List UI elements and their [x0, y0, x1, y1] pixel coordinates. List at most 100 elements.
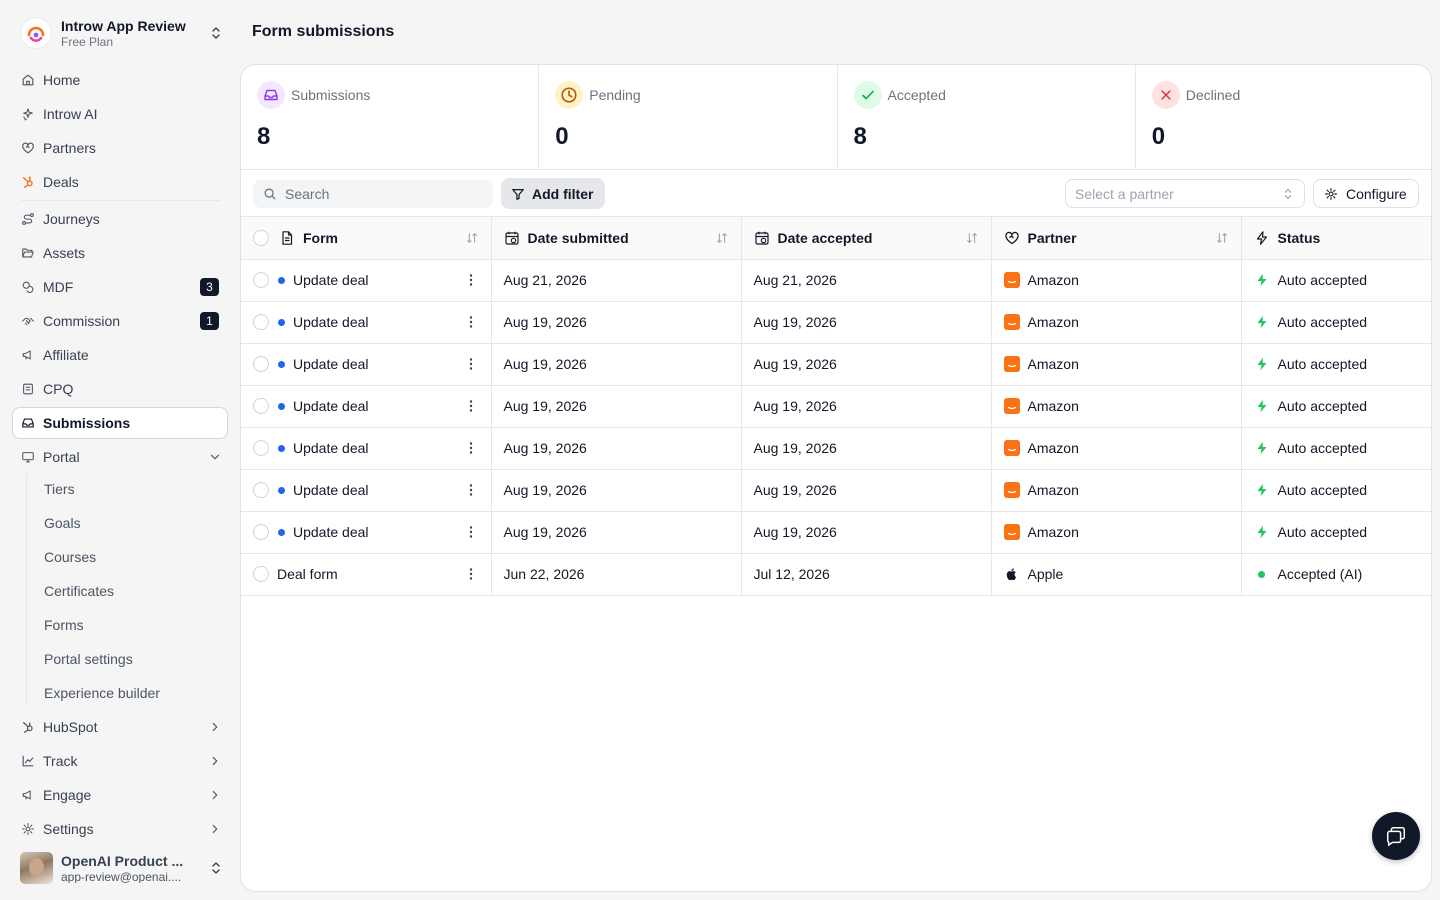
column-header-status[interactable]: Status	[1241, 217, 1431, 260]
form-name[interactable]: Deal form	[277, 566, 463, 582]
sidebar-subitem-forms[interactable]: Forms	[44, 610, 84, 640]
column-header-form[interactable]: Form	[241, 217, 492, 260]
sidebar-item-partners[interactable]: Partners	[12, 133, 228, 163]
more-vertical-icon[interactable]	[463, 356, 479, 372]
status-label: Auto accepted	[1277, 482, 1368, 498]
workspace-switcher[interactable]: Introw App Review Free Plan	[20, 16, 228, 50]
home-icon	[22, 74, 34, 86]
more-vertical-icon[interactable]	[463, 440, 479, 456]
cell-date-accepted: Aug 21, 2026	[741, 259, 992, 302]
sidebar-item-label: MDF	[43, 279, 74, 295]
sort-icon[interactable]	[965, 231, 979, 245]
form-name[interactable]: Update deal	[293, 482, 463, 498]
partner-name[interactable]: Amazon	[1028, 524, 1079, 540]
sidebar-item-hubspot[interactable]: HubSpot	[12, 712, 228, 742]
add-filter-button[interactable]: Add filter	[501, 178, 605, 209]
sidebar-item-track[interactable]: Track	[12, 746, 228, 776]
chat-support-button[interactable]	[1372, 812, 1420, 860]
column-header-date-submitted[interactable]: Date submitted	[491, 217, 742, 260]
partner-name[interactable]: Amazon	[1028, 482, 1079, 498]
form-name[interactable]: Update deal	[293, 440, 463, 456]
sidebar-item-portal[interactable]: Portal	[12, 442, 228, 472]
search-icon	[264, 188, 276, 200]
table-row[interactable]: Update deal Aug 19, 2026 Aug 19, 2026 Amazo…	[241, 511, 1431, 554]
sidebar-item-engage[interactable]: Engage	[12, 780, 228, 810]
more-vertical-icon[interactable]	[463, 272, 479, 288]
sidebar-subitem-experience-builder[interactable]: Experience builder	[44, 678, 160, 708]
handshake-icon	[22, 317, 34, 326]
more-vertical-icon[interactable]	[463, 566, 479, 582]
table-row[interactable]: Update deal Aug 21, 2026 Aug 21, 2026 Amazo…	[241, 259, 1431, 302]
sort-icon[interactable]	[465, 231, 479, 245]
row-checkbox[interactable]	[253, 566, 269, 582]
sidebar-subitem-certificates[interactable]: Certificates	[44, 576, 114, 606]
cell-partner: Amazon	[991, 427, 1242, 470]
partner-name[interactable]: Amazon	[1028, 398, 1079, 414]
partner-name[interactable]: Amazon	[1028, 356, 1079, 372]
heart-handshake-icon	[22, 142, 34, 154]
sort-icon[interactable]	[1215, 231, 1229, 245]
form-name[interactable]: Update deal	[293, 356, 463, 372]
more-vertical-icon[interactable]	[463, 398, 479, 414]
configure-button[interactable]: Configure	[1313, 179, 1419, 208]
row-checkbox[interactable]	[253, 398, 269, 414]
row-checkbox[interactable]	[253, 440, 269, 456]
hubspot-icon	[22, 176, 33, 188]
table-row[interactable]: Update deal Aug 19, 2026 Aug 19, 2026 Amazo…	[241, 301, 1431, 344]
form-name[interactable]: Update deal	[293, 398, 463, 414]
row-checkbox[interactable]	[253, 482, 269, 498]
sidebar-item-commission[interactable]: Commission 1	[12, 306, 228, 336]
column-header-partner[interactable]: Partner	[991, 217, 1242, 260]
select-all-checkbox[interactable]	[253, 229, 269, 246]
table-row[interactable]: Update deal Aug 19, 2026 Aug 19, 2026 Amazo…	[241, 469, 1431, 512]
sidebar-item-submissions[interactable]: Submissions	[12, 407, 228, 439]
row-checkbox[interactable]	[253, 524, 269, 540]
form-name[interactable]: Update deal	[293, 272, 463, 288]
sidebar-item-cpq[interactable]: CPQ	[12, 374, 228, 404]
status-dot-icon	[1254, 566, 1270, 582]
form-name[interactable]: Update deal	[293, 314, 463, 330]
row-checkbox[interactable]	[253, 356, 269, 372]
sidebar-item-settings[interactable]: Settings	[12, 814, 228, 844]
file-text-icon	[282, 230, 293, 245]
stat-declined: Declined 0	[1136, 65, 1431, 169]
partner-select[interactable]: Select a partner	[1065, 179, 1305, 208]
sidebar-item-label: Commission	[43, 313, 121, 329]
cell-form: Update deal	[241, 301, 492, 344]
sort-icon[interactable]	[715, 231, 729, 245]
more-vertical-icon[interactable]	[463, 524, 479, 540]
partner-name[interactable]: Amazon	[1028, 440, 1079, 456]
sidebar-subitem-tiers[interactable]: Tiers	[44, 474, 75, 504]
table-row[interactable]: Update deal Aug 19, 2026 Aug 19, 2026 Amazo…	[241, 385, 1431, 428]
sidebar-item-assets[interactable]: Assets	[12, 238, 228, 268]
column-header-date-accepted[interactable]: Date accepted	[741, 217, 992, 260]
partner-name[interactable]: Amazon	[1028, 314, 1079, 330]
sidebar-item-deals[interactable]: Deals	[12, 167, 228, 197]
cell-form: Deal form	[241, 553, 492, 596]
sidebar-item-introw-ai[interactable]: Introw AI	[12, 99, 228, 129]
stat-pending: Pending 0	[539, 65, 838, 169]
user-menu[interactable]: OpenAI Product ... app-review@openai....	[20, 852, 228, 884]
partner-name[interactable]: Amazon	[1028, 272, 1079, 288]
sidebar-item-home[interactable]: Home	[12, 65, 228, 95]
megaphone-icon	[22, 350, 31, 360]
row-checkbox[interactable]	[253, 272, 269, 288]
sidebar-item-mdf[interactable]: MDF 3	[12, 272, 228, 302]
more-vertical-icon[interactable]	[463, 482, 479, 498]
partner-name[interactable]: Apple	[1028, 566, 1064, 582]
sidebar-subitem-goals[interactable]: Goals	[44, 508, 81, 538]
table-row[interactable]: Deal form Jun 22, 2026 Jul 12, 2026 Apple Ac…	[241, 553, 1431, 596]
sidebar-subitem-portal-settings[interactable]: Portal settings	[44, 644, 133, 674]
row-checkbox[interactable]	[253, 314, 269, 330]
search-input[interactable]: Search	[253, 180, 493, 208]
sidebar-item-journeys[interactable]: Journeys	[12, 204, 228, 234]
sidebar-item-label: Engage	[43, 787, 92, 803]
cell-date-submitted: Aug 19, 2026	[491, 427, 742, 470]
table-row[interactable]: Update deal Aug 19, 2026 Aug 19, 2026 Amazo…	[241, 427, 1431, 470]
submissions-table: Form Date submitted Date accepted Partne…	[241, 217, 1431, 596]
form-name[interactable]: Update deal	[293, 524, 463, 540]
table-row[interactable]: Update deal Aug 19, 2026 Aug 19, 2026 Amazo…	[241, 343, 1431, 386]
sidebar-subitem-courses[interactable]: Courses	[44, 542, 96, 572]
more-vertical-icon[interactable]	[463, 314, 479, 330]
sidebar-item-affiliate[interactable]: Affiliate	[12, 340, 228, 370]
